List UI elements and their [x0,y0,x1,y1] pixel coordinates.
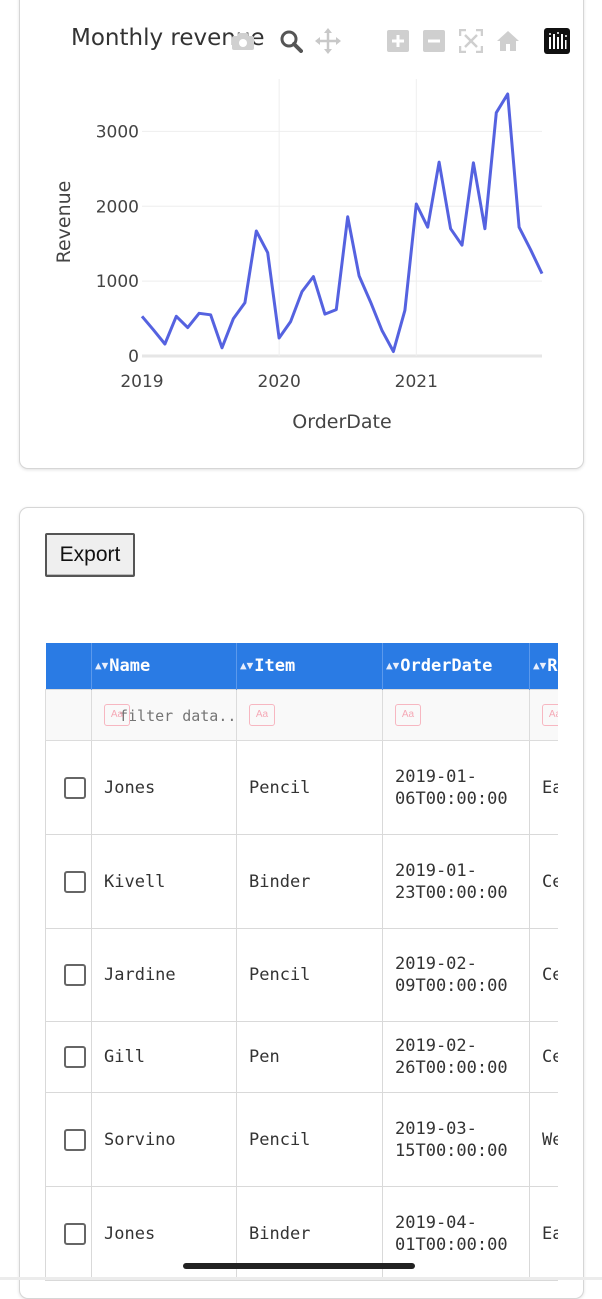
cell-name[interactable]: Kivell [91,834,237,929]
header-region[interactable]: ▲▼Region [529,643,558,690]
header-name[interactable]: ▲▼Name [91,643,237,690]
cell-item[interactable]: Pencil [236,928,383,1022]
cell-item[interactable]: Binder [236,834,383,929]
pan-icon[interactable] [314,27,342,55]
y-tick-label: 2000 [96,197,139,217]
filter-select-cell [45,689,92,741]
cell-region[interactable]: West [529,1092,558,1187]
zoom-icon[interactable] [277,27,305,55]
filter-cell-region[interactable]: Aa [529,689,558,741]
cell-region[interactable]: East [529,740,558,835]
header-row: ▲▼Name ▲▼Item ▲▼OrderDate ▲▼Region [45,643,558,690]
orders-table: ▲▼Name ▲▼Item ▲▼OrderDate ▲▼Region Aa Aa [45,643,558,1281]
sort-icon[interactable]: ▲▼ [533,659,546,672]
home-icon[interactable] [494,27,522,55]
row-select-cell [45,740,92,835]
cell-name[interactable]: Sorvino [91,1092,237,1187]
cell-orderdate[interactable]: 2019-02- 09T00:00:00 [382,928,530,1022]
table-row[interactable]: Jardine Pencil 2019-02- 09T00:00:00 Cent… [45,928,558,1022]
header-orderdate[interactable]: ▲▼OrderDate [382,643,530,690]
x-axis-title: OrderDate [292,411,391,433]
y-axis-title: Revenue [53,181,75,264]
table-row[interactable]: Kivell Binder 2019-01- 23T00:00:00 Centr… [45,834,558,929]
cell-name[interactable]: Gill [91,1021,237,1093]
filter-cell-orderdate[interactable]: Aa [382,689,530,741]
cell-orderdate[interactable]: 2019-03- 15T00:00:00 [382,1092,530,1187]
table-row[interactable]: Gill Pen 2019-02- 26T00:00:00 Central [45,1021,558,1093]
cell-item[interactable]: Pen [236,1021,383,1093]
row-select-cell [45,1021,92,1093]
header-item[interactable]: ▲▼Item [236,643,383,690]
revenue-line-chart[interactable]: 0 1000 2000 3000 2019 2020 2021OrderDate Revenu… [20,0,583,468]
cell-name[interactable]: Jones [91,740,237,835]
cell-orderdate[interactable]: 2019-01- 23T00:00:00 [382,834,530,929]
cell-item[interactable]: Pencil [236,1092,383,1187]
row-select-cell [45,834,92,929]
cell-orderdate[interactable]: 2019-01- 06T00:00:00 [382,740,530,835]
case-toggle-icon[interactable]: Aa [249,704,275,726]
home-indicator[interactable] [183,1263,415,1269]
x-tick-label: 2020 [258,372,301,392]
case-toggle-icon[interactable]: Aa [104,704,130,726]
filter-row: Aa Aa Aa Aa [45,689,558,741]
header-select [45,643,92,690]
table-row[interactable]: Jones Pencil 2019-01- 06T00:00:00 East [45,740,558,835]
row-select-cell [45,1186,92,1281]
filter-cell-item[interactable]: Aa [236,689,383,741]
revenue-series-line [140,92,544,353]
sort-icon[interactable]: ▲▼ [95,659,108,672]
row-checkbox[interactable] [63,964,86,986]
sort-icon[interactable]: ▲▼ [386,659,399,672]
cell-region[interactable]: Central [529,834,558,929]
x-tick-label: 2019 [120,372,163,392]
x-tick-label: 2021 [395,372,438,392]
row-select-cell [45,928,92,1022]
row-checkbox[interactable] [63,1222,86,1245]
table-row[interactable]: Sorvino Pencil 2019-03- 15T00:00:00 West [45,1092,558,1187]
case-toggle-icon[interactable]: Aa [395,704,421,726]
plotly-logo-icon[interactable] [543,27,571,55]
data-grid[interactable]: ▲▼Name ▲▼Item ▲▼OrderDate ▲▼Region Aa Aa [45,643,558,1298]
cell-region[interactable]: Central [529,1021,558,1093]
y-tick-label: 1000 [96,272,139,292]
chart-card: 0 1000 2000 3000 2019 2020 2021 OrderDate Revenu… [19,0,584,469]
table-card: Export ▲▼Name ▲▼Item ▲▼OrderDate ▲▼Regio… [19,507,584,1299]
zoom-out-icon[interactable] [420,27,448,55]
row-select-cell [45,1092,92,1187]
cell-orderdate[interactable]: 2019-02- 26T00:00:00 [382,1021,530,1093]
cell-region[interactable]: East [529,1186,558,1281]
row-checkbox[interactable] [63,776,86,799]
row-checkbox[interactable] [63,1046,86,1068]
row-checkbox[interactable] [63,1128,86,1151]
cell-item[interactable]: Pencil [236,740,383,835]
camera-icon[interactable] [229,27,257,55]
filter-cell-name: Aa [91,689,237,741]
case-toggle-icon[interactable]: Aa [542,704,558,726]
cell-name[interactable]: Jardine [91,928,237,1022]
export-button[interactable]: Export [45,533,135,577]
zoom-in-icon[interactable] [384,27,412,55]
y-tick-label: 0 [128,347,139,367]
y-tick-label: 3000 [96,122,139,142]
cell-region[interactable]: Central [529,928,558,1022]
row-checkbox[interactable] [63,870,86,893]
sort-icon[interactable]: ▲▼ [240,659,253,672]
autoscale-icon[interactable] [457,27,485,55]
